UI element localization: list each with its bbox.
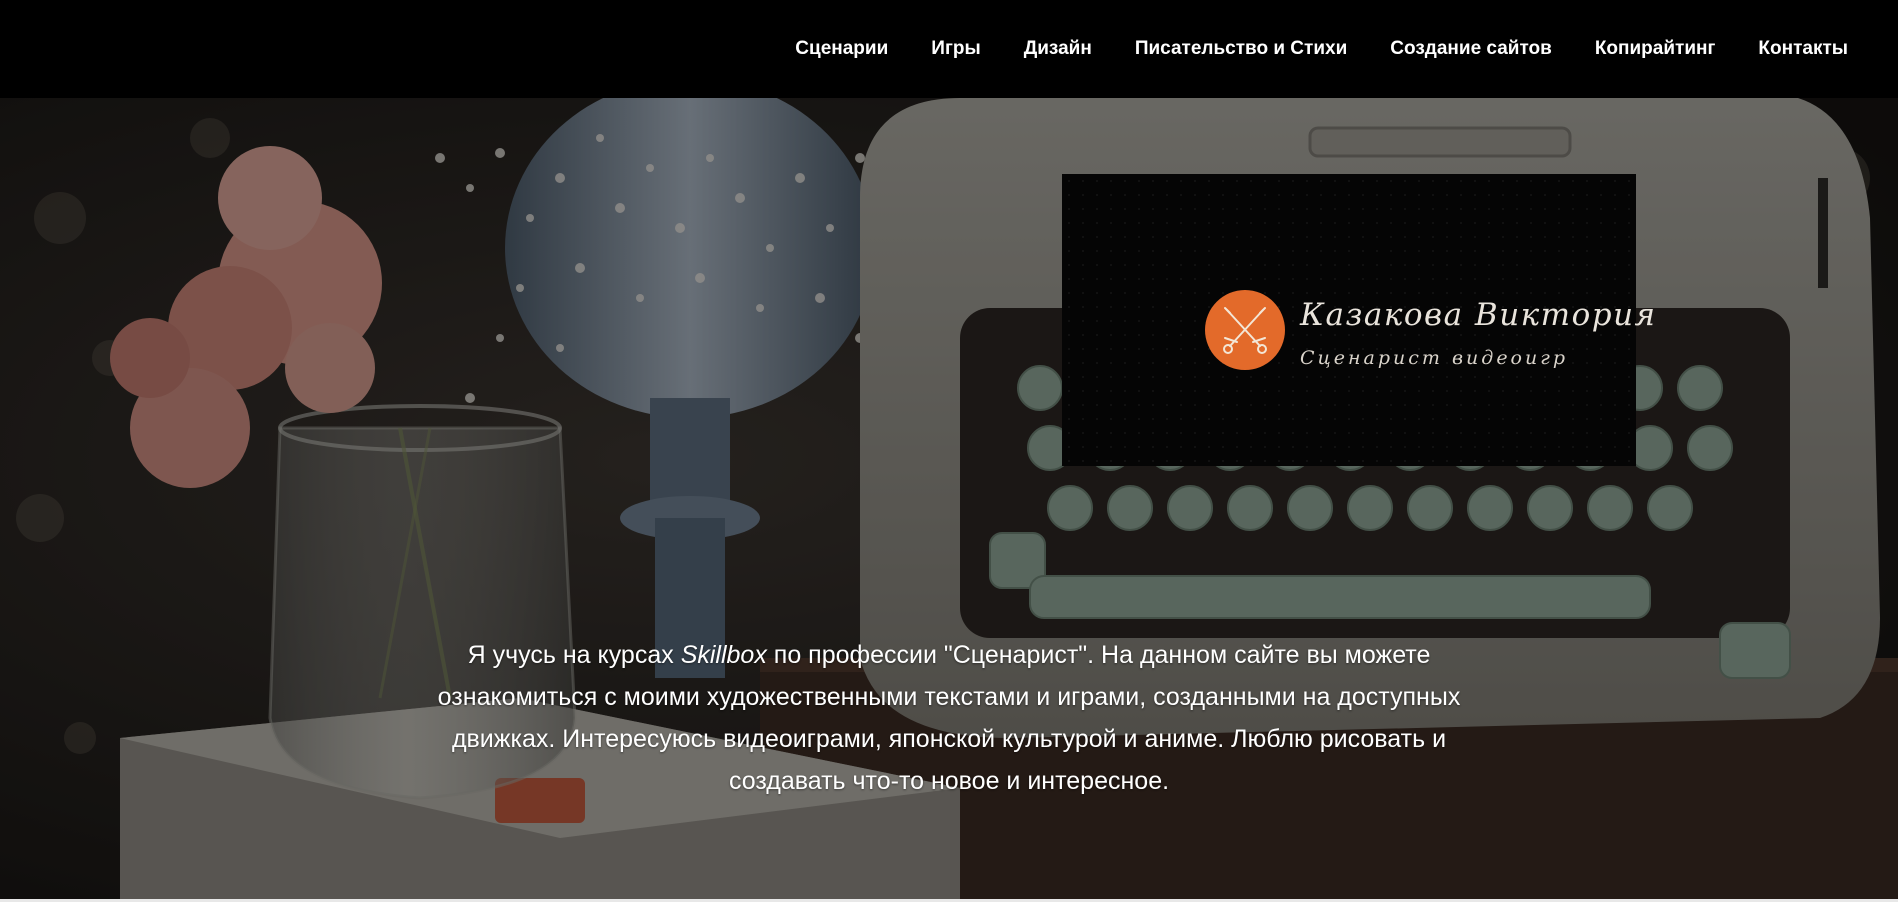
intro-text-start: Я учусь на курсах [467, 641, 681, 669]
crossed-swords-icon [1223, 307, 1267, 354]
intro-brand: Skillbox [680, 641, 767, 669]
intro-text: Я учусь на курсах Skillbox по профессии … [399, 634, 1499, 802]
logo-banner: Казакова Виктория Сценарист видеоигр [1062, 174, 1655, 466]
logo-subtitle: Сценарист видеоигр [1300, 347, 1569, 369]
hero-section: Казакова Виктория Сценарист видеоигр Я у… [0, 98, 1898, 899]
logo-name: Казакова Виктория [1300, 297, 1657, 333]
nav-item-writing-poems[interactable]: Писательство и Стихи [1135, 38, 1347, 60]
nav-item-games[interactable]: Игры [931, 38, 980, 60]
logo-emblem [1205, 290, 1285, 370]
nav-item-design[interactable]: Дизайн [1024, 38, 1092, 60]
top-navigation-bar: Сценарии Игры Дизайн Писательство и Стих… [0, 0, 1898, 98]
nav-item-scenarios[interactable]: Сценарии [795, 38, 888, 60]
page: Сценарии Игры Дизайн Писательство и Стих… [0, 0, 1898, 902]
nav-item-copywriting[interactable]: Копирайтинг [1595, 38, 1716, 60]
nav-item-contacts[interactable]: Контакты [1758, 38, 1848, 60]
main-menu: Сценарии Игры Дизайн Писательство и Стих… [752, 0, 1848, 98]
nav-item-website-creation[interactable]: Создание сайтов [1390, 38, 1552, 60]
